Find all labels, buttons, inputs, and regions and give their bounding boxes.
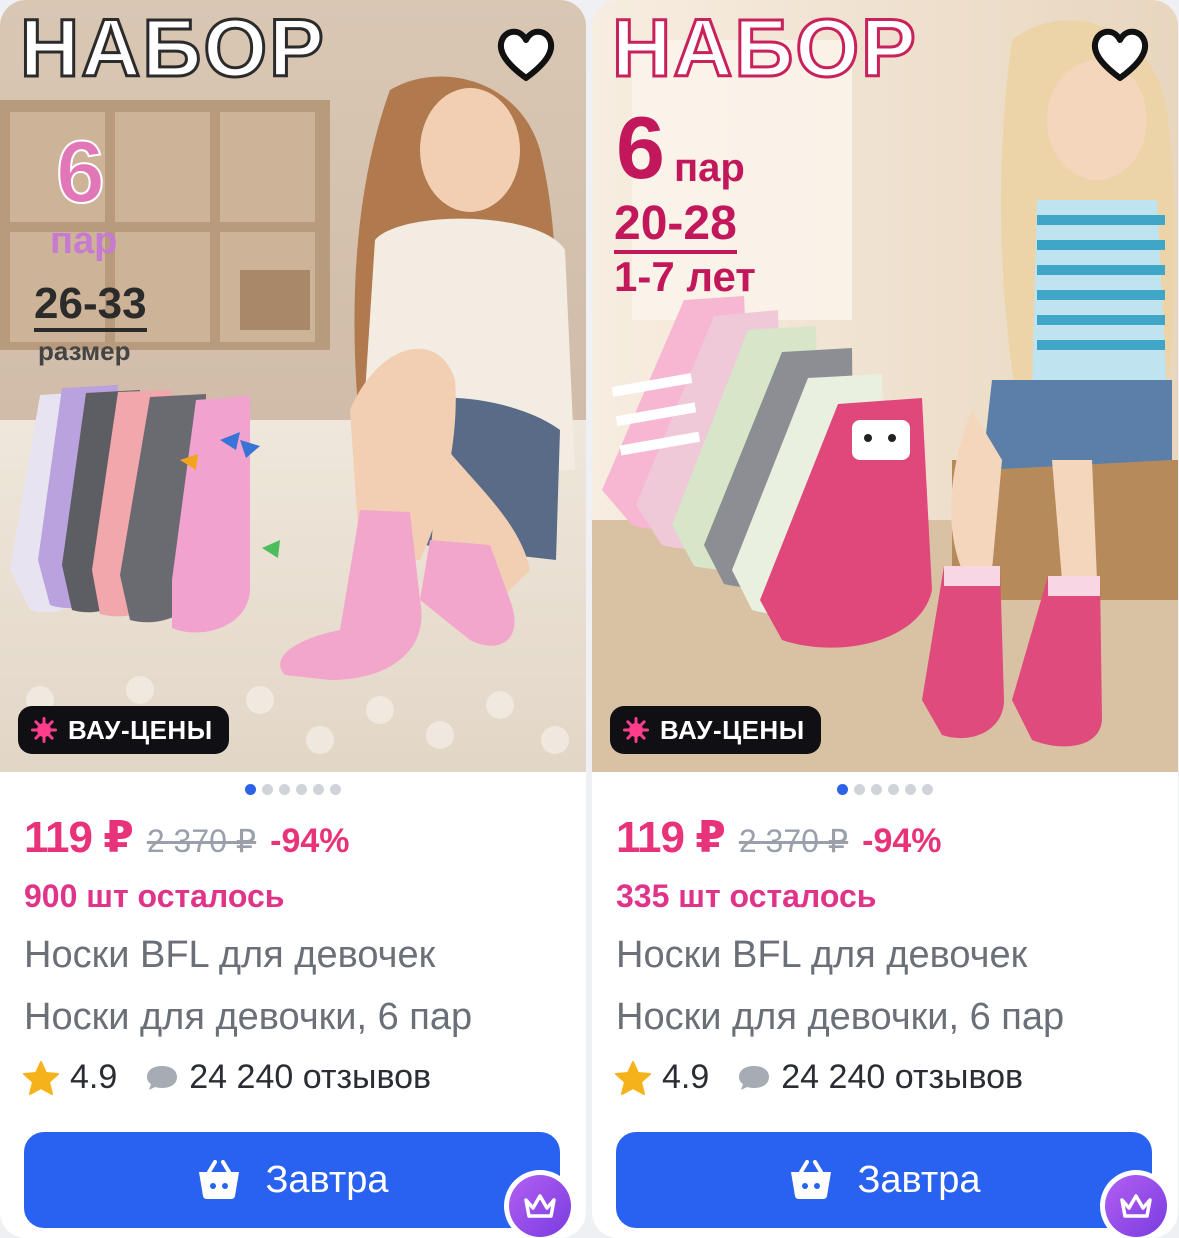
product-subtitle[interactable]: Носки для девочки, 6 пар (616, 996, 1064, 1039)
stock-remaining: 335 шт осталось (616, 878, 877, 914)
gallery-dots (0, 784, 586, 795)
rating-row: 4.9 24 240 отзывов (614, 1058, 1023, 1097)
gallery-dot[interactable] (871, 784, 882, 795)
product-image (592, 0, 1178, 772)
reviews-count[interactable]: 24 240 отзывов (189, 1058, 431, 1097)
heart-outline-icon[interactable] (492, 20, 560, 88)
product-photo[interactable]: НАБОР 6 пар 26-33 размер ВАУ-ЦЕНЫ (0, 0, 586, 772)
price-row: 119 ₽ 2 370 ₽ -94% (616, 812, 942, 863)
product-card[interactable]: НАБОР 6 пар 26-33 размер ВАУ-ЦЕНЫ 119 ₽ … (0, 0, 586, 1238)
gallery-dot[interactable] (313, 784, 324, 795)
current-price: 119 ₽ (24, 813, 134, 862)
gallery-dot[interactable] (922, 784, 933, 795)
price-row: 119 ₽ 2 370 ₽ -94% (24, 812, 350, 863)
rating-value: 4.9 (662, 1058, 710, 1096)
rating-value: 4.9 (70, 1058, 118, 1096)
gallery-dot[interactable] (262, 784, 273, 795)
heart-outline-icon[interactable] (1086, 20, 1154, 88)
overlay-set-title: НАБОР (19, 3, 326, 94)
promo-badge-label: ВАУ-ЦЕНЫ (68, 714, 213, 745)
crown-icon (524, 1194, 556, 1218)
star-icon (615, 1060, 651, 1095)
old-price: 2 370 ₽ (738, 823, 849, 859)
rating-row: 4.9 24 240 отзывов (22, 1058, 431, 1097)
overlay-pairs-label: пар (50, 220, 118, 262)
gallery-dot[interactable] (279, 784, 290, 795)
crown-icon (1120, 1194, 1152, 1218)
star-icon (23, 1060, 59, 1095)
basket-icon (199, 1160, 240, 1199)
overlay-size-label: размер (38, 336, 131, 366)
discount-percent: -94% (270, 822, 350, 860)
old-price: 2 370 ₽ (146, 823, 257, 859)
stock-remaining: 900 шт осталось (24, 878, 285, 914)
reviews-count[interactable]: 24 240 отзывов (781, 1058, 1023, 1097)
product-title[interactable]: Носки BFL для девочек (24, 934, 435, 977)
discount-percent: -94% (862, 822, 942, 860)
product-grid: НАБОР 6 пар 26-33 размер ВАУ-ЦЕНЫ 119 ₽ … (0, 0, 1179, 1238)
gallery-dot[interactable] (854, 784, 865, 795)
promo-badge: ВАУ-ЦЕНЫ (18, 706, 229, 754)
overlay-set-title: НАБОР (611, 3, 918, 94)
chat-bubble-icon (147, 1065, 178, 1090)
overlay-pair-count: 6 (55, 122, 106, 221)
product-image (0, 0, 586, 772)
promo-badge: ВАУ-ЦЕНЫ (610, 706, 821, 754)
overlay-age-range: 1-7 лет (614, 253, 756, 300)
premium-badge[interactable] (1100, 1170, 1172, 1238)
add-to-cart-label: Завтра (857, 1158, 981, 1201)
overlay-pair-count: 6 (616, 98, 665, 197)
promo-badge-label: ВАУ-ЦЕНЫ (660, 714, 805, 745)
add-to-cart-button[interactable]: Завтра (24, 1132, 560, 1228)
overlay-size-range: 20-28 (614, 200, 737, 254)
gallery-dot[interactable] (330, 784, 341, 795)
add-to-cart-button[interactable]: Завтра (616, 1132, 1152, 1228)
premium-badge[interactable] (504, 1170, 576, 1238)
product-photo[interactable]: НАБОР 6 пар 20-28 1-7 лет ВАУ-ЦЕНЫ (592, 0, 1178, 772)
add-to-cart-label: Завтра (265, 1158, 389, 1201)
gallery-dots (592, 784, 1178, 795)
overlay-size-range: 26-33 (34, 282, 147, 332)
basket-icon (791, 1160, 832, 1199)
overlay-pairs-label: пар (674, 146, 745, 190)
gallery-dot[interactable] (245, 784, 256, 795)
burst-icon (623, 717, 649, 743)
product-title[interactable]: Носки BFL для девочек (616, 934, 1027, 977)
product-card[interactable]: НАБОР 6 пар 20-28 1-7 лет ВАУ-ЦЕНЫ 119 ₽… (592, 0, 1178, 1238)
gallery-dot[interactable] (296, 784, 307, 795)
burst-icon (31, 717, 57, 743)
current-price: 119 ₽ (616, 813, 726, 862)
chat-bubble-icon (739, 1065, 770, 1090)
product-subtitle[interactable]: Носки для девочки, 6 пар (24, 996, 472, 1039)
gallery-dot[interactable] (905, 784, 916, 795)
gallery-dot[interactable] (888, 784, 899, 795)
gallery-dot[interactable] (837, 784, 848, 795)
